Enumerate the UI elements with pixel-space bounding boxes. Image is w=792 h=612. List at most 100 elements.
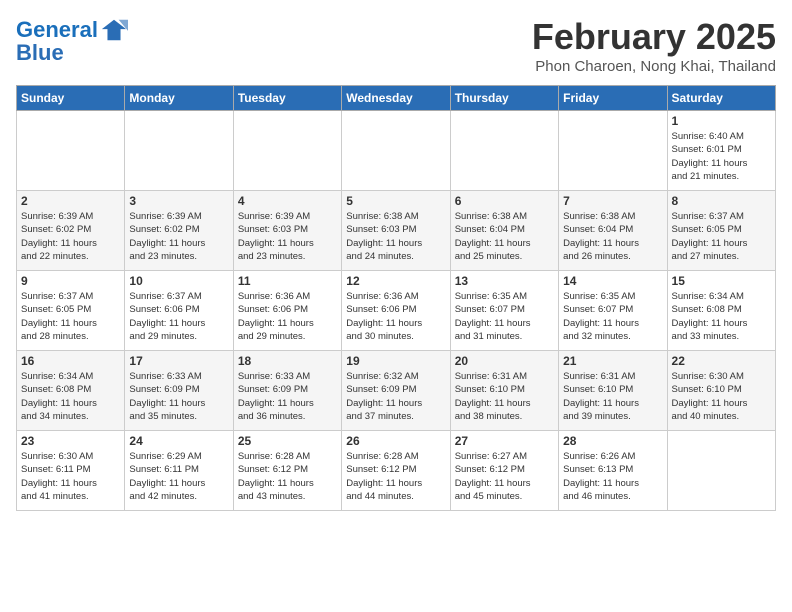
calendar-cell: 27 Sunrise: 6:27 AM Sunset: 6:12 PM Dayli…: [450, 431, 558, 511]
day-number: 11: [238, 274, 337, 288]
weekday-header-monday: Monday: [125, 86, 233, 111]
calendar-cell: [17, 111, 125, 191]
day-number: 18: [238, 354, 337, 368]
title-block: February 2025 Phon Charoen, Nong Khai, T…: [532, 16, 776, 75]
calendar-cell: 17 Sunrise: 6:33 AM Sunset: 6:09 PM Dayli…: [125, 351, 233, 431]
day-number: 21: [563, 354, 662, 368]
day-number: 3: [129, 194, 228, 208]
calendar-week-2: 2 Sunrise: 6:39 AM Sunset: 6:02 PM Daylig…: [17, 191, 776, 271]
day-number: 8: [672, 194, 771, 208]
day-number: 25: [238, 434, 337, 448]
day-number: 4: [238, 194, 337, 208]
day-number: 14: [563, 274, 662, 288]
calendar-cell: 26 Sunrise: 6:28 AM Sunset: 6:12 PM Dayli…: [342, 431, 450, 511]
month-title: February 2025: [532, 16, 776, 58]
day-number: 15: [672, 274, 771, 288]
day-info: Sunrise: 6:38 AM Sunset: 6:04 PM Dayligh…: [563, 210, 662, 263]
day-number: 27: [455, 434, 554, 448]
calendar-body: 1 Sunrise: 6:40 AM Sunset: 6:01 PM Daylig…: [17, 111, 776, 511]
day-info: Sunrise: 6:40 AM Sunset: 6:01 PM Dayligh…: [672, 130, 771, 183]
day-info: Sunrise: 6:30 AM Sunset: 6:10 PM Dayligh…: [672, 370, 771, 423]
weekday-header-row: SundayMondayTuesdayWednesdayThursdayFrid…: [17, 86, 776, 111]
weekday-header-friday: Friday: [559, 86, 667, 111]
calendar-cell: 10 Sunrise: 6:37 AM Sunset: 6:06 PM Dayli…: [125, 271, 233, 351]
logo-text: General: [16, 18, 98, 42]
day-info: Sunrise: 6:33 AM Sunset: 6:09 PM Dayligh…: [238, 370, 337, 423]
calendar-cell: 9Sunrise: 6:37 AM Sunset: 6:05 PM Daylig…: [17, 271, 125, 351]
calendar-cell: 13Sunrise: 6:35 AM Sunset: 6:07 PM Dayli…: [450, 271, 558, 351]
day-info: Sunrise: 6:30 AM Sunset: 6:11 PM Dayligh…: [21, 450, 120, 503]
day-info: Sunrise: 6:35 AM Sunset: 6:07 PM Dayligh…: [455, 290, 554, 343]
logo: General Blue: [16, 16, 128, 66]
logo-icon: [100, 16, 128, 44]
day-info: Sunrise: 6:35 AM Sunset: 6:07 PM Dayligh…: [563, 290, 662, 343]
calendar-cell: 3 Sunrise: 6:39 AM Sunset: 6:02 PM Daylig…: [125, 191, 233, 271]
day-number: 20: [455, 354, 554, 368]
day-info: Sunrise: 6:37 AM Sunset: 6:05 PM Dayligh…: [21, 290, 120, 343]
calendar-cell: 16 Sunrise: 6:34 AM Sunset: 6:08 PM Dayli…: [17, 351, 125, 431]
calendar-cell: 4 Sunrise: 6:39 AM Sunset: 6:03 PM Daylig…: [233, 191, 341, 271]
calendar-cell: 14 Sunrise: 6:35 AM Sunset: 6:07 PM Dayli…: [559, 271, 667, 351]
day-info: Sunrise: 6:31 AM Sunset: 6:10 PM Dayligh…: [455, 370, 554, 423]
calendar-cell: [450, 111, 558, 191]
day-info: Sunrise: 6:36 AM Sunset: 6:06 PM Dayligh…: [238, 290, 337, 343]
day-info: Sunrise: 6:36 AM Sunset: 6:06 PM Dayligh…: [346, 290, 445, 343]
day-number: 10: [129, 274, 228, 288]
weekday-header-sunday: Sunday: [17, 86, 125, 111]
day-number: 23: [21, 434, 120, 448]
weekday-header-saturday: Saturday: [667, 86, 775, 111]
header: General Blue February 2025 Phon Charoen,…: [16, 16, 776, 75]
calendar-cell: 7 Sunrise: 6:38 AM Sunset: 6:04 PM Daylig…: [559, 191, 667, 271]
calendar-cell: [233, 111, 341, 191]
calendar-week-1: 1 Sunrise: 6:40 AM Sunset: 6:01 PM Daylig…: [17, 111, 776, 191]
day-info: Sunrise: 6:39 AM Sunset: 6:03 PM Dayligh…: [238, 210, 337, 263]
calendar-cell: 21 Sunrise: 6:31 AM Sunset: 6:10 PM Dayli…: [559, 351, 667, 431]
day-info: Sunrise: 6:27 AM Sunset: 6:12 PM Dayligh…: [455, 450, 554, 503]
day-number: 7: [563, 194, 662, 208]
day-info: Sunrise: 6:39 AM Sunset: 6:02 PM Dayligh…: [21, 210, 120, 263]
calendar-cell: [667, 431, 775, 511]
calendar-cell: [125, 111, 233, 191]
day-info: Sunrise: 6:32 AM Sunset: 6:09 PM Dayligh…: [346, 370, 445, 423]
day-info: Sunrise: 6:33 AM Sunset: 6:09 PM Dayligh…: [129, 370, 228, 423]
calendar-week-3: 9Sunrise: 6:37 AM Sunset: 6:05 PM Daylig…: [17, 271, 776, 351]
day-info: Sunrise: 6:31 AM Sunset: 6:10 PM Dayligh…: [563, 370, 662, 423]
day-number: 5: [346, 194, 445, 208]
day-info: Sunrise: 6:38 AM Sunset: 6:04 PM Dayligh…: [455, 210, 554, 263]
day-info: Sunrise: 6:29 AM Sunset: 6:11 PM Dayligh…: [129, 450, 228, 503]
day-number: 2: [21, 194, 120, 208]
day-info: Sunrise: 6:34 AM Sunset: 6:08 PM Dayligh…: [21, 370, 120, 423]
day-number: 1: [672, 114, 771, 128]
calendar-cell: 2 Sunrise: 6:39 AM Sunset: 6:02 PM Daylig…: [17, 191, 125, 271]
calendar-cell: 19 Sunrise: 6:32 AM Sunset: 6:09 PM Dayli…: [342, 351, 450, 431]
calendar-cell: 28Sunrise: 6:26 AM Sunset: 6:13 PM Dayli…: [559, 431, 667, 511]
day-info: Sunrise: 6:37 AM Sunset: 6:05 PM Dayligh…: [672, 210, 771, 263]
weekday-header-wednesday: Wednesday: [342, 86, 450, 111]
calendar-cell: [342, 111, 450, 191]
day-number: 12: [346, 274, 445, 288]
weekday-header-thursday: Thursday: [450, 86, 558, 111]
calendar-cell: 12 Sunrise: 6:36 AM Sunset: 6:06 PM Dayli…: [342, 271, 450, 351]
day-number: 19: [346, 354, 445, 368]
calendar-cell: 15 Sunrise: 6:34 AM Sunset: 6:08 PM Dayli…: [667, 271, 775, 351]
day-info: Sunrise: 6:28 AM Sunset: 6:12 PM Dayligh…: [238, 450, 337, 503]
day-number: 6: [455, 194, 554, 208]
calendar-table: SundayMondayTuesdayWednesdayThursdayFrid…: [16, 85, 776, 511]
calendar-cell: 1 Sunrise: 6:40 AM Sunset: 6:01 PM Daylig…: [667, 111, 775, 191]
day-number: 22: [672, 354, 771, 368]
day-info: Sunrise: 6:28 AM Sunset: 6:12 PM Dayligh…: [346, 450, 445, 503]
day-info: Sunrise: 6:39 AM Sunset: 6:02 PM Dayligh…: [129, 210, 228, 263]
calendar-cell: [559, 111, 667, 191]
calendar-cell: 8 Sunrise: 6:37 AM Sunset: 6:05 PM Daylig…: [667, 191, 775, 271]
day-number: 16: [21, 354, 120, 368]
calendar-cell: 24Sunrise: 6:29 AM Sunset: 6:11 PM Dayli…: [125, 431, 233, 511]
calendar-cell: 18 Sunrise: 6:33 AM Sunset: 6:09 PM Dayli…: [233, 351, 341, 431]
calendar-week-5: 23 Sunrise: 6:30 AM Sunset: 6:11 PM Dayli…: [17, 431, 776, 511]
day-number: 17: [129, 354, 228, 368]
day-number: 26: [346, 434, 445, 448]
day-info: Sunrise: 6:38 AM Sunset: 6:03 PM Dayligh…: [346, 210, 445, 263]
weekday-header-tuesday: Tuesday: [233, 86, 341, 111]
day-info: Sunrise: 6:34 AM Sunset: 6:08 PM Dayligh…: [672, 290, 771, 343]
day-info: Sunrise: 6:37 AM Sunset: 6:06 PM Dayligh…: [129, 290, 228, 343]
calendar-week-4: 16 Sunrise: 6:34 AM Sunset: 6:08 PM Dayli…: [17, 351, 776, 431]
